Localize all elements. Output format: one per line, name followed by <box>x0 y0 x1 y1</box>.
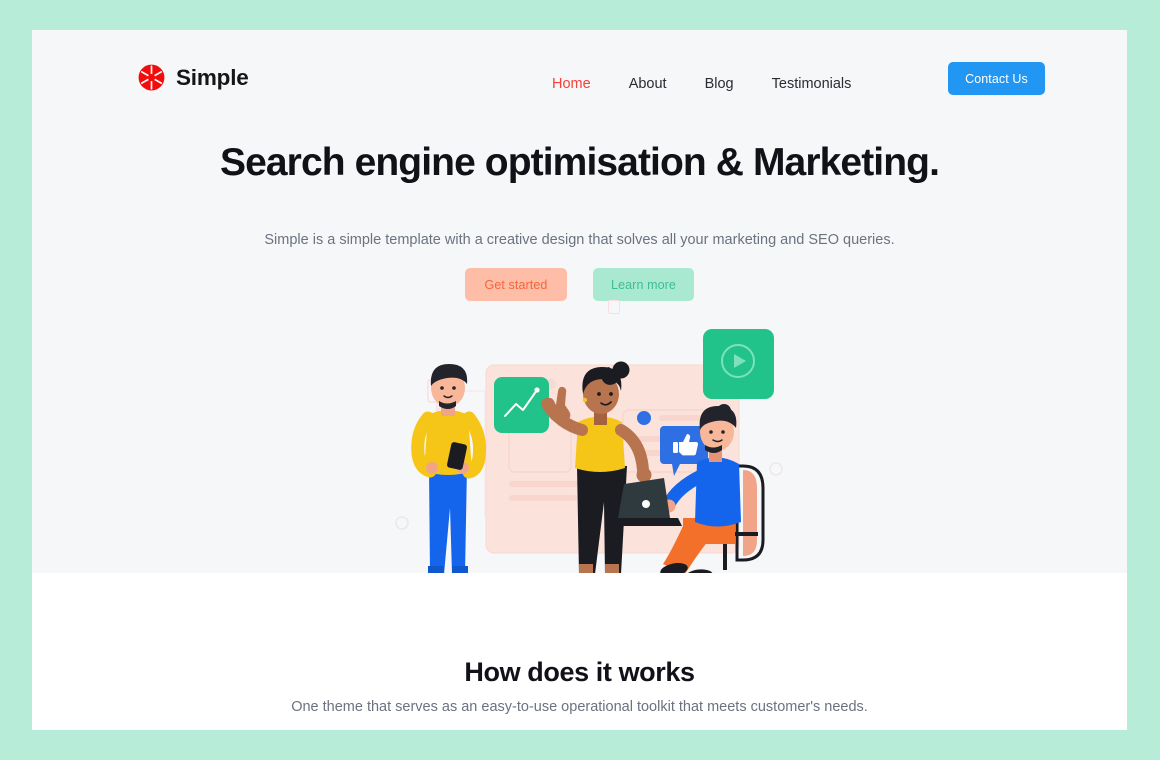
nav-item-home[interactable]: Home <box>552 70 591 98</box>
hero-title: Search engine optimisation & Marketing. <box>219 141 940 184</box>
hero-section: Simple Home About Blog Testimonials Cont… <box>32 30 1127 587</box>
how-it-works-section: How does it works One theme that serves … <box>32 573 1127 730</box>
video-play-card <box>703 329 774 399</box>
main-navigation: Home About Blog Testimonials <box>552 70 851 98</box>
camera-aperture-icon <box>138 64 165 91</box>
page-frame: Simple Home About Blog Testimonials Cont… <box>32 30 1127 730</box>
standing-man-with-phone <box>411 364 486 587</box>
site-header: Simple Home About Blog Testimonials Cont… <box>32 30 1127 130</box>
hero-cta-group: Get started Learn more <box>32 268 1127 301</box>
how-it-works-subtitle: One theme that serves as an easy-to-use … <box>291 699 868 715</box>
how-it-works-title: How does it works <box>464 657 695 687</box>
brand-logo[interactable]: Simple <box>138 64 249 91</box>
decorative-circle-right <box>769 462 783 476</box>
nav-item-testimonials[interactable]: Testimonials <box>772 70 852 98</box>
decorative-circle-left <box>395 516 409 530</box>
growth-chart-card <box>494 377 549 433</box>
get-started-button[interactable]: Get started <box>465 268 567 301</box>
hero-illustration <box>387 318 807 608</box>
decorative-square-outline <box>608 300 620 314</box>
brand-name: Simple <box>176 64 249 90</box>
hero-subtitle: Simple is a simple template with a creat… <box>264 232 895 248</box>
nav-item-about[interactable]: About <box>629 70 667 98</box>
nav-item-blog[interactable]: Blog <box>705 70 734 98</box>
contact-us-button[interactable]: Contact Us <box>948 62 1045 95</box>
learn-more-button[interactable]: Learn more <box>593 268 694 301</box>
